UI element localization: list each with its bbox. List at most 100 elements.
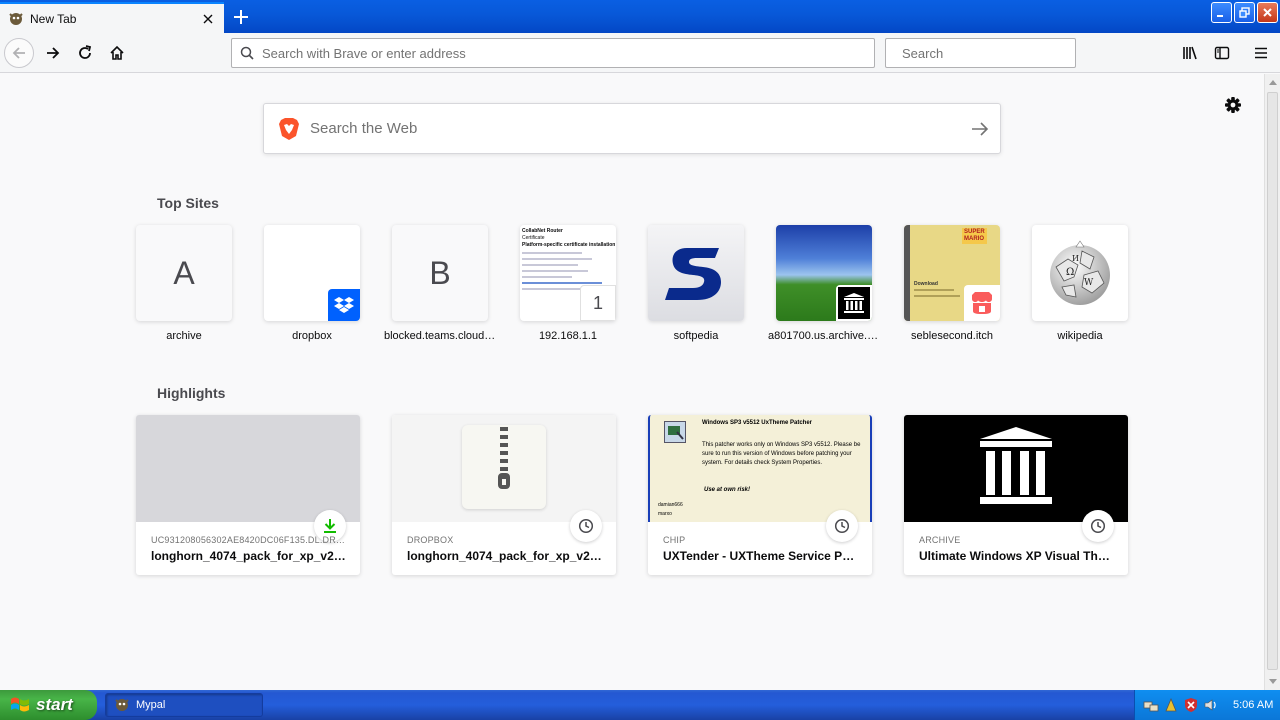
highlight-source: DROPBOX	[407, 535, 454, 545]
archive-building-icon	[980, 427, 1052, 504]
brave-logo-icon	[279, 117, 299, 140]
highlights-heading: Highlights	[157, 385, 226, 401]
arrow-left-icon	[12, 47, 25, 59]
taskbar-clock: 5:06 AM	[1233, 699, 1274, 711]
home-button[interactable]	[102, 38, 132, 68]
taskbar-item-label: Mypal	[136, 699, 166, 711]
top-site-router[interactable]: CollabNet Router Certificate Platform-sp…	[520, 225, 616, 342]
gear-icon	[1225, 97, 1241, 113]
top-site-tile: B	[392, 225, 488, 321]
search-input[interactable]	[902, 45, 1078, 61]
search-icon	[240, 46, 254, 60]
taskbar-item-mypal[interactable]: Mypal	[105, 693, 263, 717]
clock-icon	[1090, 518, 1106, 534]
svg-text:И: И	[1072, 254, 1079, 263]
web-search-input[interactable]	[310, 120, 960, 137]
highlight-card[interactable]: UC931208056302AE8420DC06F135.DL.DROPBOXU…	[136, 415, 360, 575]
library-button[interactable]	[1175, 38, 1205, 68]
search-submit-button[interactable]	[960, 109, 1000, 149]
highlight-card[interactable]: ARCHIVE Ultimate Windows XP Visual Theme	[904, 415, 1128, 575]
library-icon	[1183, 46, 1197, 60]
highlight-title: Ultimate Windows XP Visual Theme	[919, 549, 1114, 563]
home-icon	[110, 45, 124, 60]
top-site-letter: A	[173, 254, 195, 291]
highlight-card[interactable]: DROPBOX longhorn_4074_pack_for_xp_v2_by_…	[392, 415, 616, 575]
plus-icon	[234, 10, 248, 24]
start-button[interactable]: start	[0, 690, 97, 720]
restore-button[interactable]	[1234, 2, 1255, 23]
back-button[interactable]	[4, 38, 34, 68]
volume-icon[interactable]	[1203, 697, 1219, 713]
top-site-wikipedia[interactable]: Ω W И wikipedia	[1032, 225, 1128, 342]
top-site-softpedia[interactable]: softpedia	[648, 225, 744, 342]
tab-close-icon[interactable]	[200, 11, 216, 27]
top-site-archive-mirror[interactable]: a801700.us.archive.org	[768, 225, 880, 342]
clock-icon	[578, 518, 594, 534]
tab-title: New Tab	[30, 11, 77, 26]
top-site-letter: B	[429, 254, 451, 291]
windows-logo-icon	[11, 697, 29, 712]
top-site-label: wikipedia	[1057, 330, 1103, 342]
sidebar-button[interactable]	[1207, 38, 1237, 68]
top-sites-heading: Top Sites	[157, 195, 219, 211]
top-site-itch[interactable]: SUPER MARIO Download seblesecond.itch	[904, 225, 1000, 342]
highlight-title: UXTender - UXTheme Service Patcher	[663, 549, 858, 563]
search-bar[interactable]	[885, 38, 1078, 68]
start-label: start	[36, 695, 73, 714]
close-icon	[1263, 8, 1272, 17]
arrow-right-icon	[47, 47, 60, 59]
security-shield-icon[interactable]	[1183, 697, 1199, 713]
top-site-archive[interactable]: A archive	[136, 225, 232, 342]
close-window-button[interactable]	[1257, 2, 1278, 23]
highlight-image	[136, 415, 360, 522]
tab-new-tab[interactable]: New Tab	[0, 2, 224, 33]
vertical-scrollbar[interactable]	[1264, 74, 1280, 690]
minimize-icon	[1217, 15, 1223, 17]
scroll-thumb[interactable]	[1267, 92, 1278, 670]
top-site-blocked-teams[interactable]: B blocked.teams.cloudflare.com	[384, 225, 496, 342]
scroll-down-arrow-icon[interactable]	[1265, 674, 1280, 690]
minimize-button[interactable]	[1211, 2, 1232, 23]
customize-settings-button[interactable]	[1222, 94, 1244, 116]
top-site-label: a801700.us.archive.org	[768, 330, 880, 342]
site-badge: 1	[580, 285, 616, 321]
mypal-favicon-icon	[115, 699, 129, 711]
top-site-dropbox[interactable]: dropbox	[264, 225, 360, 342]
address-bar[interactable]	[231, 38, 875, 68]
wikipedia-globe-icon: Ω W И	[1050, 240, 1110, 305]
top-site-label: 192.168.1.1	[538, 330, 598, 342]
system-tray: 5:06 AM	[1134, 690, 1280, 720]
dropbox-logo-icon	[328, 289, 360, 321]
network-icon[interactable]	[1143, 697, 1159, 713]
reload-button[interactable]	[70, 38, 100, 68]
forward-button[interactable]	[38, 38, 68, 68]
zip-file-icon	[462, 425, 546, 509]
archive-building-icon	[844, 293, 864, 313]
itch-logo-icon	[972, 292, 992, 314]
sidebar-icon	[1214, 46, 1230, 60]
highlight-source: CHIP	[663, 535, 686, 545]
window-controls	[1211, 2, 1278, 23]
clock-icon	[834, 518, 850, 534]
highlight-image: Windows SP3 v5512 UxTheme Patcher This p…	[648, 415, 872, 522]
highlight-image	[904, 415, 1128, 522]
game-title-thumbnail: SUPER MARIO	[962, 228, 987, 244]
softpedia-logo-icon	[665, 248, 721, 300]
top-site-tile: SUPER MARIO Download	[904, 225, 1000, 321]
web-search-box[interactable]	[263, 103, 1001, 154]
tray-app-icon[interactable]	[1163, 697, 1179, 713]
highlight-title: longhorn_4074_pack_for_xp_v2_by_b	[151, 549, 346, 563]
address-input[interactable]	[262, 45, 874, 61]
highlight-source: ARCHIVE	[919, 535, 961, 545]
reload-icon	[79, 45, 92, 59]
top-site-label: seblesecond.itch	[911, 330, 993, 342]
navigation-toolbar	[0, 33, 1280, 73]
svg-text:W: W	[1084, 278, 1094, 288]
windows-taskbar: start Mypal 5:06 AM	[0, 690, 1280, 720]
menu-button[interactable]	[1246, 38, 1276, 68]
new-tab-button[interactable]	[228, 5, 254, 29]
highlight-card[interactable]: Windows SP3 v5512 UxTheme Patcher This p…	[648, 415, 872, 575]
scroll-up-arrow-icon[interactable]	[1265, 74, 1280, 90]
top-site-tile	[648, 225, 744, 321]
top-site-tile: CollabNet Router Certificate Platform-sp…	[520, 225, 616, 321]
